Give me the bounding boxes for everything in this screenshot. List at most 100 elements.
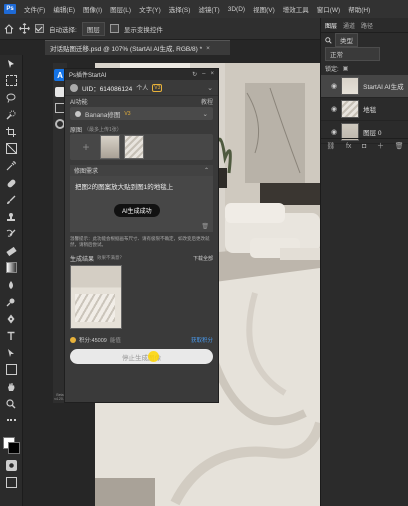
zoom-tool[interactable]: [0, 395, 22, 412]
chevron-down-icon: ⌄: [202, 110, 208, 118]
tab-layers[interactable]: 图层: [325, 21, 337, 30]
shape-tool[interactable]: [0, 361, 22, 378]
screen-mode-icon: [5, 477, 17, 488]
result-thumbnail[interactable]: [70, 265, 122, 329]
home-icon[interactable]: [4, 23, 14, 34]
tip-text: 温馨提示：此功能会根据画布尺寸、请有极限不确定，如改变后更改就然，请稍后尝试。: [70, 236, 210, 247]
tutorial-link[interactable]: 教程: [201, 97, 213, 106]
eye-icon[interactable]: ◉: [331, 82, 337, 90]
close-tab-icon[interactable]: ×: [206, 45, 210, 52]
pen-tool[interactable]: [0, 310, 22, 327]
close-icon[interactable]: ×: [210, 71, 214, 78]
layer-row-rug[interactable]: ◉ 地毯: [321, 98, 408, 121]
layer-row-startai[interactable]: ◉ StartAI AI生成: [321, 75, 408, 98]
move-tool[interactable]: [0, 55, 22, 72]
model-dropdown[interactable]: Banana修图 V3 ⌄: [70, 107, 213, 120]
move-tool-icon[interactable]: [19, 23, 30, 34]
hand-tool[interactable]: [0, 378, 22, 395]
app-logo[interactable]: Ps: [4, 4, 16, 14]
quick-mask-tool[interactable]: [0, 457, 22, 474]
minimize-icon[interactable]: –: [202, 71, 205, 78]
menu-help[interactable]: 帮助(H): [344, 4, 374, 14]
edit-requirement-header[interactable]: 修图需求 ⌃: [70, 165, 213, 176]
lasso-tool[interactable]: [0, 89, 22, 106]
brush-tool[interactable]: [0, 191, 22, 208]
search-icon: [325, 36, 332, 44]
tab-paths[interactable]: 路径: [361, 21, 373, 30]
document-tab[interactable]: 对话贴图迁移.psd @ 107% (StartAI AI生成, RGB/8) …: [45, 40, 230, 55]
history-brush-tool[interactable]: [0, 225, 22, 242]
add-image-button[interactable]: +: [76, 137, 96, 157]
zoom-icon: [6, 398, 16, 408]
brush-icon: [7, 195, 16, 204]
menu-filter[interactable]: 滤镜(T): [194, 4, 223, 14]
marquee-tool[interactable]: [0, 72, 22, 89]
menu-3d[interactable]: 3D(D): [224, 6, 249, 13]
user-row: UID：614086124 个人 V3 ⌄: [65, 80, 218, 96]
type-tool[interactable]: [0, 327, 22, 344]
gradient-tool[interactable]: [0, 259, 22, 276]
vip-badge: V3: [152, 83, 163, 92]
fx-icon[interactable]: fx: [346, 143, 351, 150]
prompt-textarea[interactable]: 把图2的图案放大贴到图1的地毯上 AI生成成功 🗑: [70, 176, 213, 232]
model-badge: V3: [124, 110, 131, 117]
source-thumbnail-room[interactable]: [100, 135, 120, 159]
tab-channels[interactable]: 通道: [343, 21, 355, 30]
more-tools[interactable]: [0, 412, 22, 429]
download-all[interactable]: 下载全部: [193, 255, 213, 262]
menu-edit[interactable]: 编辑(E): [49, 4, 79, 14]
result-rug-pattern: [75, 294, 115, 322]
droplet-icon: [9, 280, 13, 289]
recharge-link[interactable]: 获取积分: [191, 336, 213, 344]
menu-type[interactable]: 文字(Y): [135, 4, 165, 14]
healing-tool[interactable]: [0, 174, 22, 191]
eyedropper-tool[interactable]: [0, 157, 22, 174]
dodge-tool[interactable]: [0, 293, 22, 310]
menu-select[interactable]: 选择(S): [165, 4, 195, 14]
refresh-icon[interactable]: ↻: [192, 71, 197, 78]
stamp-tool[interactable]: [0, 208, 22, 225]
result-feedback[interactable]: 效果不满意？: [97, 255, 124, 261]
menu-file[interactable]: 文件(F): [20, 4, 49, 14]
eraser-tool[interactable]: [0, 242, 22, 259]
blur-tool[interactable]: [0, 276, 22, 293]
layer-kind-dropdown[interactable]: 类型: [335, 33, 358, 47]
show-transform-label: 显示变换控件: [123, 26, 163, 34]
show-transform-checkbox[interactable]: [109, 24, 119, 33]
menu-window[interactable]: 窗口(W): [313, 4, 344, 14]
arrow-icon: [8, 348, 14, 357]
color-swatches[interactable]: [0, 435, 22, 457]
user-avatar[interactable]: [70, 83, 78, 92]
options-bar: 自动选择: 图层 显示变换控件: [0, 18, 320, 40]
lasso-icon: [6, 93, 16, 103]
generate-button[interactable]: 停止生成图像: [70, 349, 213, 364]
collapse-icon: ⌃: [203, 168, 209, 174]
source-thumbnail-pattern[interactable]: [124, 135, 144, 159]
auto-select-dropdown[interactable]: 图层: [81, 21, 105, 36]
eyedropper-icon: [6, 160, 16, 170]
menu-image[interactable]: 图像(I): [79, 4, 106, 14]
eye-icon[interactable]: ◉: [331, 105, 337, 113]
blend-mode-dropdown[interactable]: 正常: [325, 47, 380, 61]
menu-view[interactable]: 视图(V): [249, 4, 279, 14]
delete-icon[interactable]: 🗑: [201, 223, 209, 230]
mask-icon[interactable]: ◘: [362, 143, 366, 150]
brush-select-icon: [6, 110, 16, 120]
frame-tool[interactable]: [0, 140, 22, 157]
menu-layer[interactable]: 图层(L): [106, 4, 135, 14]
quick-select-tool[interactable]: [0, 106, 22, 123]
lock-icon[interactable]: ▣: [343, 65, 349, 72]
new-layer-icon[interactable]: ＋: [377, 141, 384, 151]
link-icon[interactable]: ⛓: [326, 142, 335, 150]
eye-icon[interactable]: ◉: [331, 128, 337, 136]
crop-tool[interactable]: [0, 123, 22, 140]
menu-plugins[interactable]: 增效工具: [279, 4, 313, 14]
screen-mode-tool[interactable]: [0, 474, 22, 491]
expand-user-icon[interactable]: ⌄: [207, 84, 213, 92]
auto-select-checkbox[interactable]: [35, 24, 44, 33]
path-select-tool[interactable]: [0, 344, 22, 361]
background-color[interactable]: [8, 442, 20, 454]
type-icon: [7, 331, 15, 340]
source-image-tray: +: [70, 134, 213, 160]
trash-icon[interactable]: 🗑: [395, 142, 404, 150]
